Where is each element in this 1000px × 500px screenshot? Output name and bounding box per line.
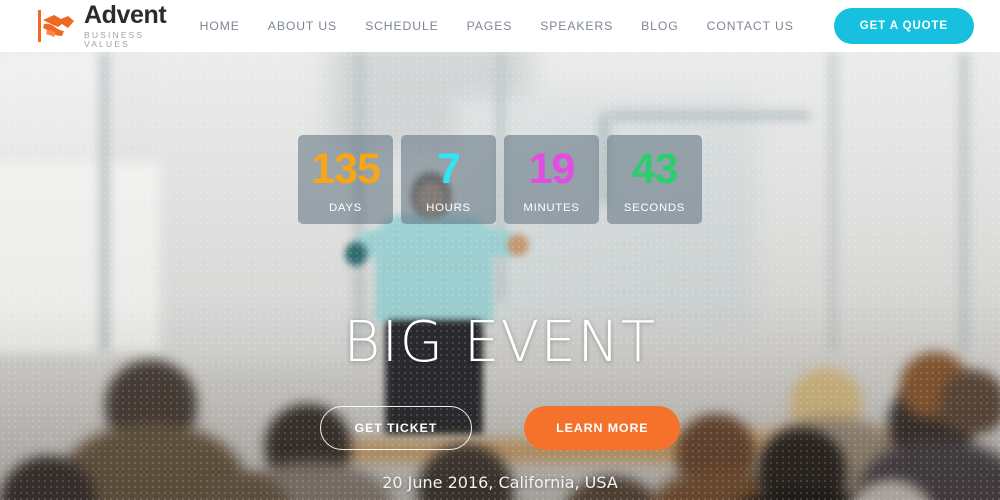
countdown-unit-days: 135 DAYS bbox=[298, 135, 393, 224]
brand-logo[interactable]: Advent BUSINESS VALUES bbox=[38, 3, 186, 48]
hero-content: 135 DAYS 7 HOURS 19 MINUTES 43 SECONDS B… bbox=[0, 52, 1000, 500]
nav-item-about-us[interactable]: ABOUT US bbox=[268, 19, 337, 33]
nav-item-schedule[interactable]: SCHEDULE bbox=[365, 19, 439, 33]
countdown-unit-seconds: 43 SECONDS bbox=[607, 135, 702, 224]
countdown-seconds-value: 43 bbox=[631, 144, 679, 193]
countdown-minutes-label: MINUTES bbox=[523, 201, 580, 214]
event-date-location: 20 June 2016, California, USA bbox=[382, 473, 618, 492]
nav-item-blog[interactable]: BLOG bbox=[641, 19, 678, 33]
nav-item-pages[interactable]: PAGES bbox=[467, 19, 513, 33]
countdown-minutes-value: 19 bbox=[528, 144, 576, 193]
countdown-hours-label: HOURS bbox=[426, 201, 471, 214]
countdown-seconds-label: SECONDS bbox=[623, 201, 686, 214]
brand-name: Advent bbox=[84, 1, 167, 30]
countdown-hours-value: 7 bbox=[437, 144, 461, 193]
learn-more-button[interactable]: LEARN MORE bbox=[524, 406, 681, 450]
countdown-days-value: 135 bbox=[311, 144, 381, 193]
get-ticket-button[interactable]: GET TICKET bbox=[319, 406, 473, 450]
countdown-timer: 135 DAYS 7 HOURS 19 MINUTES 43 SECONDS bbox=[298, 135, 702, 224]
countdown-unit-minutes: 19 MINUTES bbox=[504, 135, 599, 224]
handshake-icon bbox=[38, 8, 78, 44]
nav-item-speakers[interactable]: SPEAKERS bbox=[540, 19, 613, 33]
site-header: Advent BUSINESS VALUES HOME ABOUT US SCH… bbox=[0, 0, 1000, 52]
brand-tagline: BUSINESS VALUES bbox=[84, 30, 145, 49]
nav-item-contact-us[interactable]: CONTACT US bbox=[707, 19, 794, 33]
hero-section: 135 DAYS 7 HOURS 19 MINUTES 43 SECONDS B… bbox=[0, 52, 1000, 500]
main-navigation: HOME ABOUT US SCHEDULE PAGES SPEAKERS BL… bbox=[186, 8, 1000, 44]
nav-item-home[interactable]: HOME bbox=[200, 19, 240, 33]
get-a-quote-button[interactable]: GET A QUOTE bbox=[833, 8, 974, 44]
countdown-unit-hours: 7 HOURS bbox=[401, 135, 496, 224]
hero-actions: GET TICKET LEARN MORE bbox=[0, 406, 1000, 450]
hero-title: BIG EVENT bbox=[343, 310, 657, 375]
countdown-days-label: DAYS bbox=[329, 201, 362, 214]
